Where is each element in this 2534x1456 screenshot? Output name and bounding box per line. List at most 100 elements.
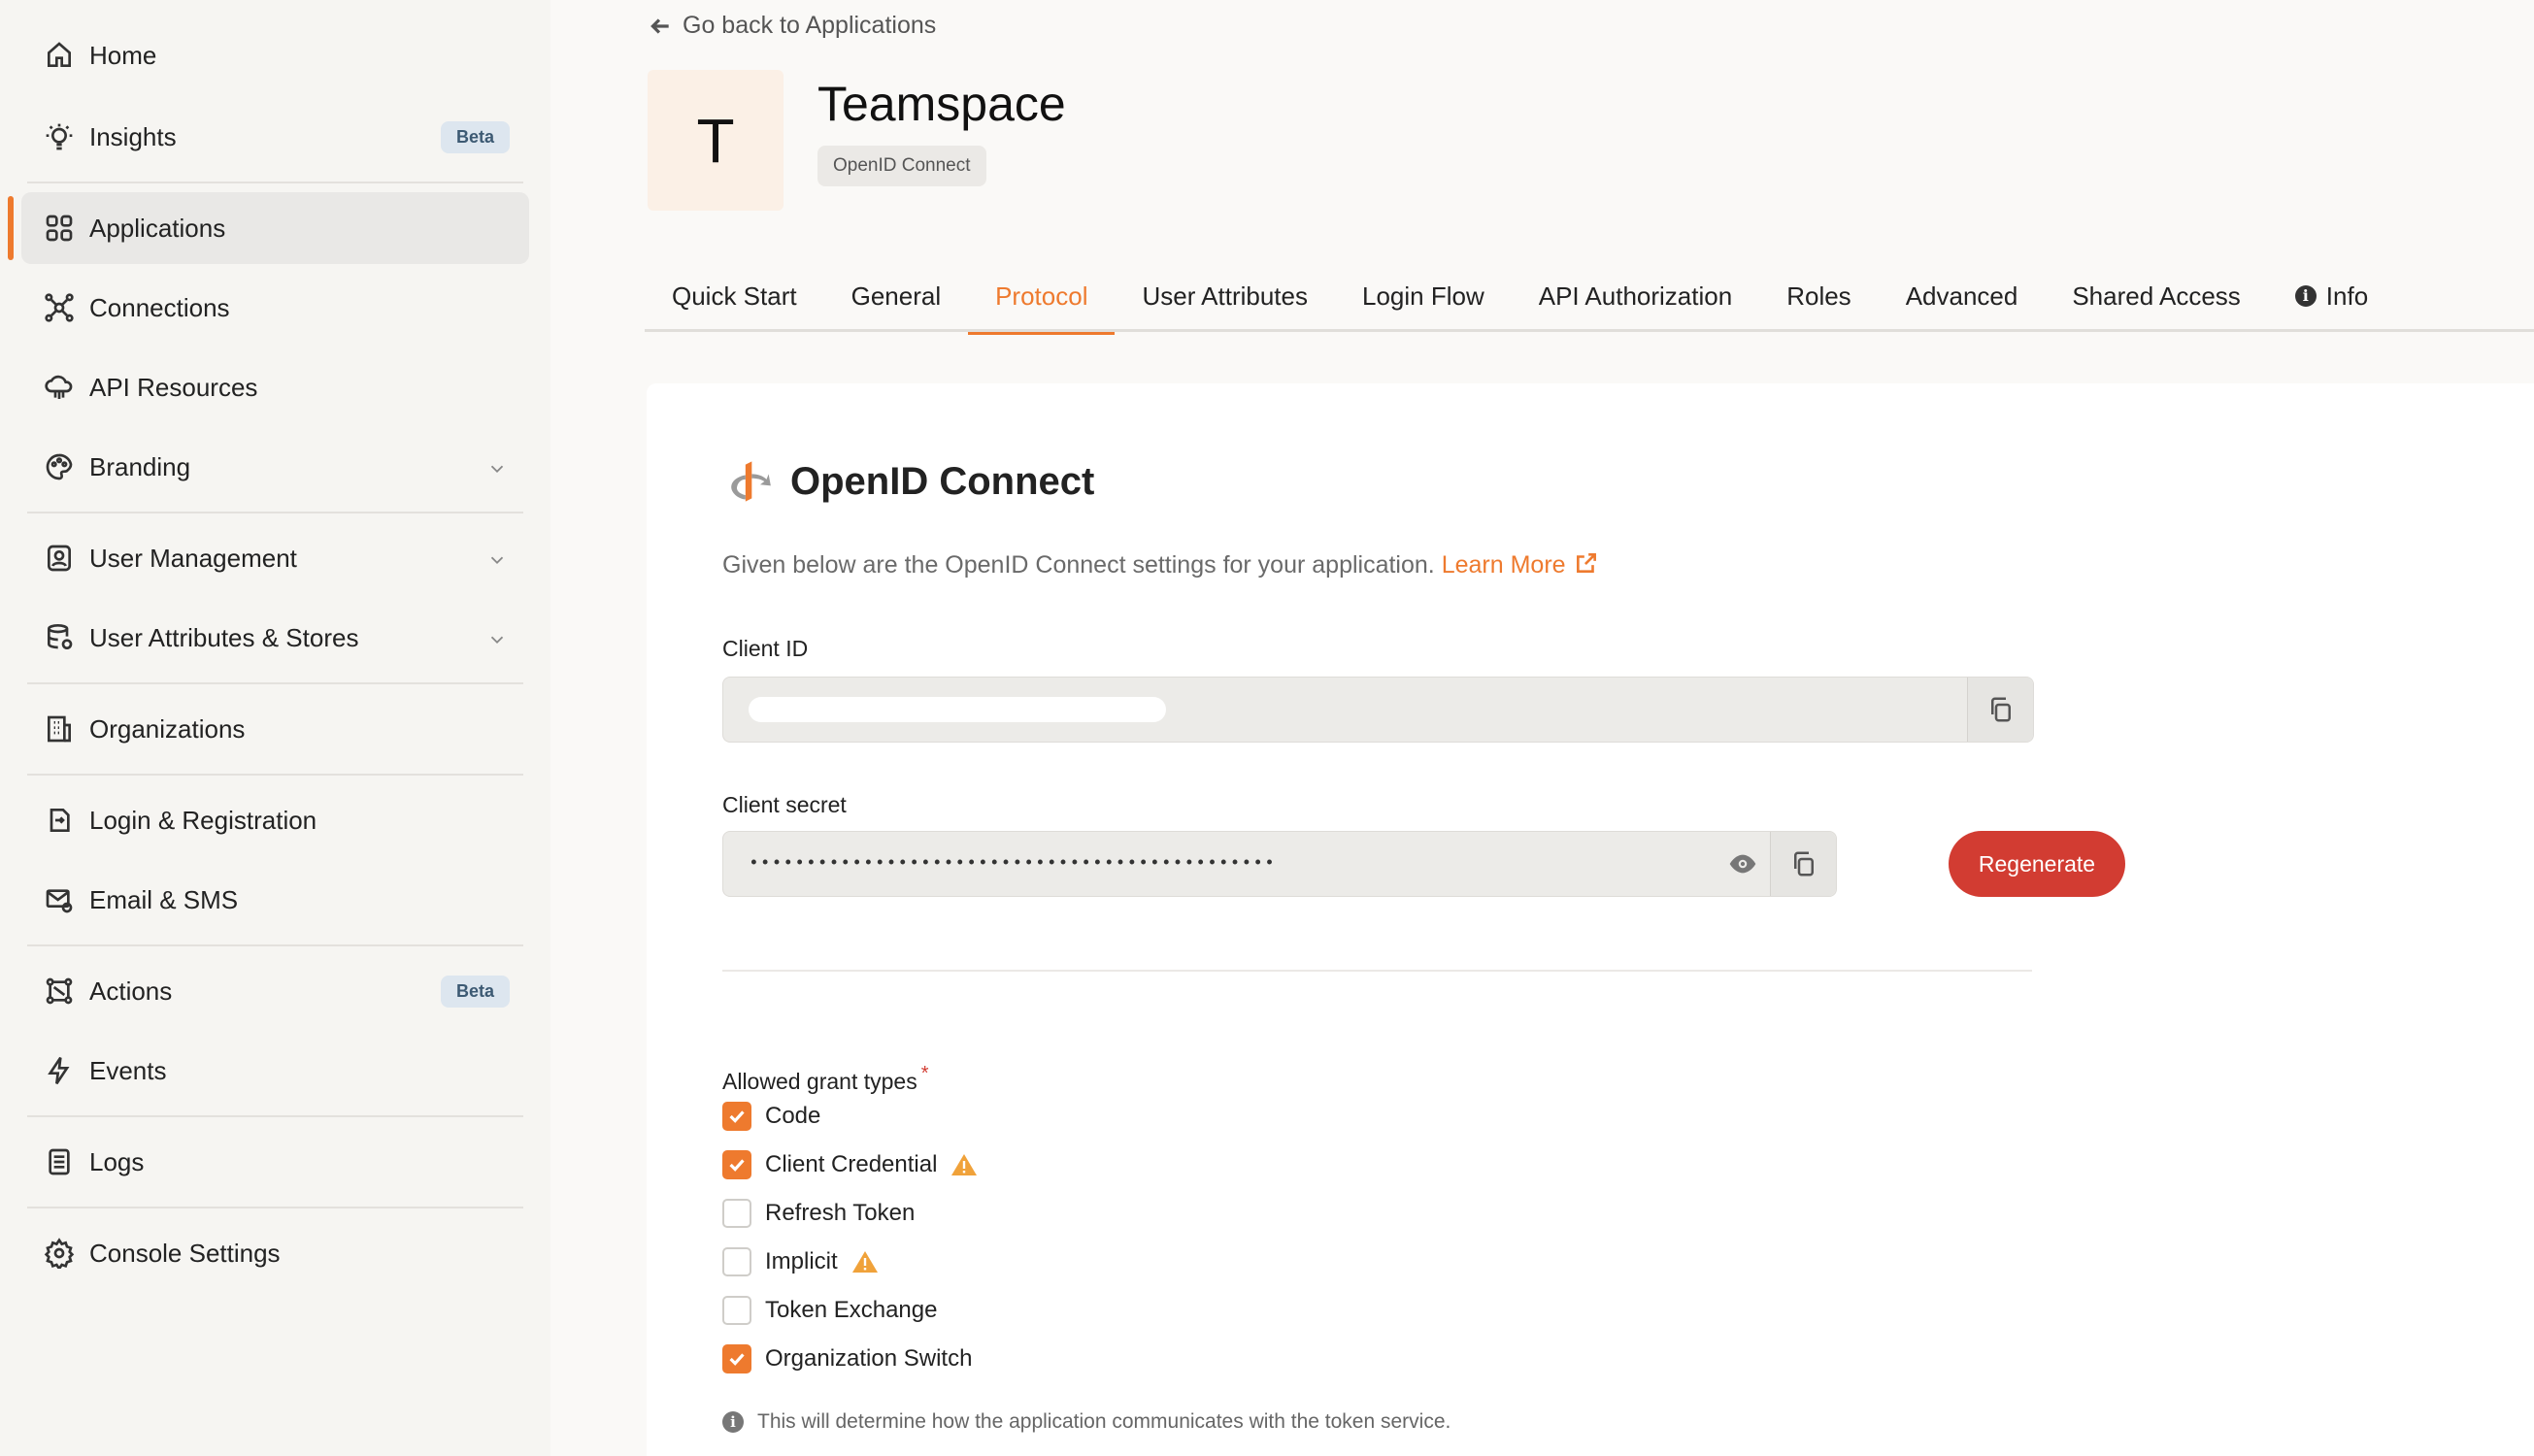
client-id-field[interactable]: [722, 677, 2034, 743]
checkbox-label: Code: [765, 1103, 821, 1129]
section-divider: [722, 970, 2032, 972]
checkbox-checked[interactable]: [722, 1150, 751, 1179]
sidebar-item-label: Connections: [89, 292, 230, 322]
copy-client-secret-button[interactable]: [1770, 832, 1836, 896]
sidebar-item-actions[interactable]: Actions Beta: [21, 955, 529, 1027]
tab-login-flow[interactable]: Login Flow: [1335, 264, 1512, 332]
palette-icon: [43, 450, 76, 483]
tab-advanced[interactable]: Advanced: [1879, 264, 2046, 332]
sidebar-item-applications[interactable]: Applications: [8, 192, 529, 264]
bulb-icon: [43, 120, 76, 153]
section-title-label: OpenID Connect: [790, 459, 1095, 503]
tab-bar: Quick Start General Protocol User Attrib…: [645, 264, 2534, 335]
back-to-applications-link[interactable]: Go back to Applications: [648, 12, 936, 40]
regenerate-button[interactable]: Regenerate: [1949, 831, 2125, 897]
sidebar-item-user-management[interactable]: User Management: [21, 522, 529, 594]
copy-icon: [1990, 697, 2011, 722]
checkbox-unchecked[interactable]: [722, 1247, 751, 1276]
checkbox-checked[interactable]: [722, 1102, 751, 1131]
grant-organization-switch-checkbox[interactable]: Organization Switch: [722, 1344, 972, 1373]
sidebar-item-label: Insights: [89, 121, 177, 151]
cloud-icon: [43, 371, 76, 404]
tab-general[interactable]: General: [824, 264, 969, 332]
sidebar-item-email-sms[interactable]: Email & SMS: [21, 864, 529, 936]
sidebar-item-insights[interactable]: Insights Beta: [21, 101, 529, 173]
warning-icon: [851, 1251, 878, 1273]
sidebar-divider: [27, 682, 523, 684]
grant-types-hint: i This will determine how the applicatio…: [722, 1410, 1450, 1434]
sidebar-item-home[interactable]: Home: [21, 19, 529, 91]
sidebar-item-events[interactable]: Events: [21, 1035, 529, 1107]
copy-icon: [1793, 851, 1814, 877]
back-link-label: Go back to Applications: [683, 12, 937, 39]
home-icon: [43, 39, 76, 72]
tab-quick-start[interactable]: Quick Start: [645, 264, 824, 332]
checkbox-label: Implicit: [765, 1248, 838, 1274]
sidebar-item-label: User Attributes & Stores: [89, 622, 359, 652]
sidebar-item-connections[interactable]: Connections: [21, 272, 529, 344]
tab-protocol[interactable]: Protocol: [968, 264, 1116, 335]
checkbox-label: Token Exchange: [765, 1297, 938, 1323]
info-icon: i: [2294, 285, 2317, 307]
tab-shared-access[interactable]: Shared Access: [2045, 264, 2267, 332]
beta-badge: Beta: [440, 975, 510, 1008]
sidebar-item-label: Email & SMS: [89, 884, 239, 914]
protocol-chip: OpenID Connect: [817, 146, 986, 186]
copy-client-id-button[interactable]: [1967, 678, 2033, 742]
tab-info[interactable]: i Info: [2268, 264, 2395, 332]
checkbox-label: Client Credential: [765, 1151, 938, 1177]
checkmark-icon: [729, 1353, 745, 1366]
sidebar-item-logs[interactable]: Logs: [21, 1126, 529, 1198]
grant-refresh-token-checkbox[interactable]: Refresh Token: [722, 1199, 915, 1228]
sidebar-item-branding[interactable]: Branding: [21, 431, 529, 503]
section-title: OpenID Connect: [722, 456, 1094, 507]
sidebar-item-label: Logs: [89, 1146, 145, 1176]
grant-token-exchange-checkbox[interactable]: Token Exchange: [722, 1296, 937, 1325]
checkbox-label: Organization Switch: [765, 1345, 973, 1372]
protocol-card: OpenID Connect Given below are the OpenI…: [647, 383, 2534, 1456]
external-link-icon: [1574, 550, 1599, 576]
chevron-down-icon: [486, 547, 508, 569]
sidebar-item-console-settings[interactable]: Console Settings: [21, 1217, 529, 1289]
sidebar-divider: [27, 1115, 523, 1117]
app-avatar: T: [648, 70, 784, 211]
sidebar-item-label: API Resources: [89, 372, 258, 402]
tab-label: Shared Access: [2072, 281, 2241, 311]
description-text: Given below are the OpenID Connect setti…: [722, 551, 1435, 579]
show-secret-button[interactable]: [1716, 832, 1770, 896]
grant-types-label-text: Allowed grant types: [722, 1069, 917, 1094]
checkbox-checked[interactable]: [722, 1344, 751, 1373]
grant-client-credential-checkbox[interactable]: Client Credential: [722, 1150, 978, 1179]
grant-implicit-checkbox[interactable]: Implicit: [722, 1247, 879, 1276]
actions-icon: [43, 975, 76, 1008]
sidebar-item-label: Applications: [89, 213, 226, 243]
tab-label: Quick Start: [672, 281, 797, 311]
sidebar-item-organizations[interactable]: Organizations: [21, 693, 529, 765]
checkbox-label: Refresh Token: [765, 1200, 916, 1226]
gear-icon: [43, 1237, 76, 1270]
sidebar-divider: [27, 512, 523, 513]
tab-roles[interactable]: Roles: [1759, 264, 1878, 332]
chevron-down-icon: [486, 627, 508, 648]
grant-code-checkbox[interactable]: Code: [722, 1102, 820, 1131]
main-content: Go back to Applications T Teamspace Open…: [550, 0, 2534, 1456]
sidebar-item-label: Login & Registration: [89, 805, 317, 835]
client-id-label: Client ID: [722, 636, 809, 661]
tab-label: Login Flow: [1362, 281, 1484, 311]
protocol-description: Given below are the OpenID Connect setti…: [722, 550, 1599, 579]
sidebar-item-login-registration[interactable]: Login & Registration: [21, 784, 529, 856]
sidebar-item-api-resources[interactable]: API Resources: [21, 351, 529, 423]
chevron-down-icon: [486, 456, 508, 478]
openid-logo-icon: [731, 461, 771, 502]
sidebar-item-user-attributes-stores[interactable]: User Attributes & Stores: [21, 602, 529, 674]
checkbox-unchecked[interactable]: [722, 1296, 751, 1325]
client-secret-field[interactable]: ••••••••••••••••••••••••••••••••••••••••…: [722, 831, 1837, 897]
checkbox-unchecked[interactable]: [722, 1199, 751, 1228]
beta-badge: Beta: [440, 120, 510, 153]
learn-more-link[interactable]: Learn More: [1442, 551, 1599, 579]
required-marker: *: [920, 1063, 929, 1084]
tab-api-authorization[interactable]: API Authorization: [1512, 264, 1759, 332]
tab-label: Info: [2325, 281, 2369, 311]
tab-user-attributes[interactable]: User Attributes: [1115, 264, 1335, 332]
sidebar-item-label: User Management: [89, 543, 297, 573]
